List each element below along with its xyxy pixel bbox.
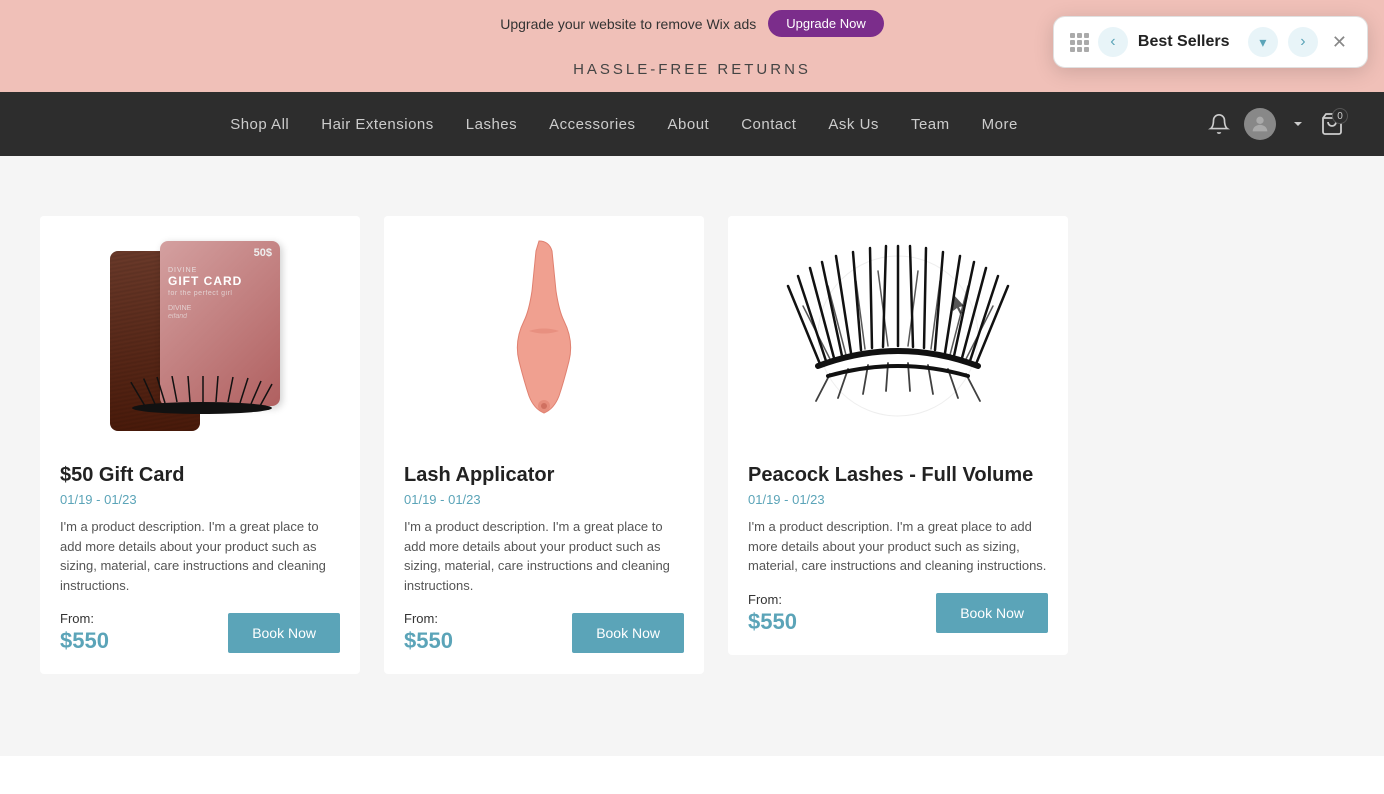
product-image-lash-applicator <box>384 216 704 446</box>
panel-next-button[interactable]: › <box>1288 27 1318 57</box>
panel-prev-button[interactable]: ‹ <box>1098 27 1128 57</box>
nav-hair-extensions[interactable]: Hair Extensions <box>321 116 434 133</box>
product-footer-peacock-lashes: From: $550 Book Now <box>728 592 1068 635</box>
notification-button[interactable] <box>1208 113 1230 135</box>
product-title-lash-applicator: Lash Applicator <box>404 462 684 488</box>
floating-panel: ‹ Best Sellers ▾ › ✕ <box>1053 16 1368 68</box>
panel-close-button[interactable]: ✕ <box>1328 32 1351 53</box>
nav-links: Shop All Hair Extensions Lashes Accessor… <box>40 116 1208 133</box>
nav-team[interactable]: Team <box>911 116 950 133</box>
grid-dot <box>1084 33 1089 38</box>
grid-dot <box>1084 47 1089 52</box>
grid-dot <box>1077 47 1082 52</box>
avatar <box>1244 108 1276 140</box>
grid-dot <box>1077 33 1082 38</box>
product-image-peacock-lashes <box>728 216 1068 446</box>
product-info-lash-applicator: Lash Applicator 01/19 - 01/23 I'm a prod… <box>384 446 704 595</box>
product-price-peacock-lashes: From: $550 <box>748 592 797 635</box>
product-price-gift-card: From: $550 <box>60 611 109 654</box>
nav-accessories[interactable]: Accessories <box>549 116 635 133</box>
grid-dot <box>1077 40 1082 45</box>
grid-dot <box>1070 33 1075 38</box>
product-card-peacock-lashes: Peacock Lashes - Full Volume 01/19 - 01/… <box>728 216 1068 655</box>
nav-lashes[interactable]: Lashes <box>466 116 517 133</box>
nav-about[interactable]: About <box>668 116 710 133</box>
product-info-gift-card: $50 Gift Card 01/19 - 01/23 I'm a produc… <box>40 446 360 595</box>
ad-banner-text: Upgrade your website to remove Wix ads <box>500 16 756 32</box>
nav-shop-all[interactable]: Shop All <box>230 116 289 133</box>
product-footer-lash-applicator: From: $550 Book Now <box>384 611 704 654</box>
nav-contact[interactable]: Contact <box>741 116 796 133</box>
nav-more[interactable]: More <box>982 116 1018 133</box>
grid-dot <box>1070 40 1075 45</box>
account-dropdown-button[interactable] <box>1290 116 1306 132</box>
product-desc-gift-card: I'm a product description. I'm a great p… <box>60 517 340 595</box>
product-title-peacock-lashes: Peacock Lashes - Full Volume <box>748 462 1048 488</box>
panel-title: Best Sellers <box>1138 33 1238 51</box>
book-now-button-lash-applicator[interactable]: Book Now <box>572 613 684 653</box>
product-card-gift-card: 50$ DIVINE GIFT CARD for the perfect gir… <box>40 216 360 674</box>
bell-icon <box>1208 113 1230 135</box>
grid-dot <box>1070 47 1075 52</box>
avatar-icon <box>1249 113 1271 135</box>
product-info-peacock-lashes: Peacock Lashes - Full Volume 01/19 - 01/… <box>728 446 1068 576</box>
product-date-peacock-lashes: 01/19 - 01/23 <box>748 492 1048 507</box>
chevron-down-icon <box>1290 116 1306 132</box>
main-content: 50$ DIVINE GIFT CARD for the perfect gir… <box>0 156 1384 756</box>
product-price-lash-applicator: From: $550 <box>404 611 453 654</box>
product-card-lash-applicator: Lash Applicator 01/19 - 01/23 I'm a prod… <box>384 216 704 674</box>
product-date-lash-applicator: 01/19 - 01/23 <box>404 492 684 507</box>
nav-icons: 0 <box>1208 108 1344 140</box>
nav-ask-us[interactable]: Ask Us <box>828 116 879 133</box>
product-desc-lash-applicator: I'm a product description. I'm a great p… <box>404 517 684 595</box>
product-title-gift-card: $50 Gift Card <box>60 462 340 488</box>
promo-banner-text: HASSLE-FREE RETURNS <box>573 61 811 78</box>
panel-dropdown-button[interactable]: ▾ <box>1248 27 1278 57</box>
upgrade-now-button[interactable]: Upgrade Now <box>768 10 884 37</box>
navbar: Shop All Hair Extensions Lashes Accessor… <box>0 92 1384 156</box>
product-desc-peacock-lashes: I'm a product description. I'm a great p… <box>748 517 1048 576</box>
cart-button[interactable]: 0 <box>1320 112 1344 136</box>
book-now-button-peacock-lashes[interactable]: Book Now <box>936 593 1048 633</box>
product-image-gift-card: 50$ DIVINE GIFT CARD for the perfect gir… <box>40 216 360 446</box>
grid-icon <box>1070 33 1088 51</box>
lash-applicator-svg <box>494 231 594 431</box>
book-now-button-gift-card[interactable]: Book Now <box>228 613 340 653</box>
cart-badge: 0 <box>1332 108 1348 124</box>
product-footer-gift-card: From: $550 Book Now <box>40 611 360 654</box>
product-date-gift-card: 01/19 - 01/23 <box>60 492 340 507</box>
grid-dot <box>1084 40 1089 45</box>
peacock-lashes-svg <box>758 226 1038 436</box>
